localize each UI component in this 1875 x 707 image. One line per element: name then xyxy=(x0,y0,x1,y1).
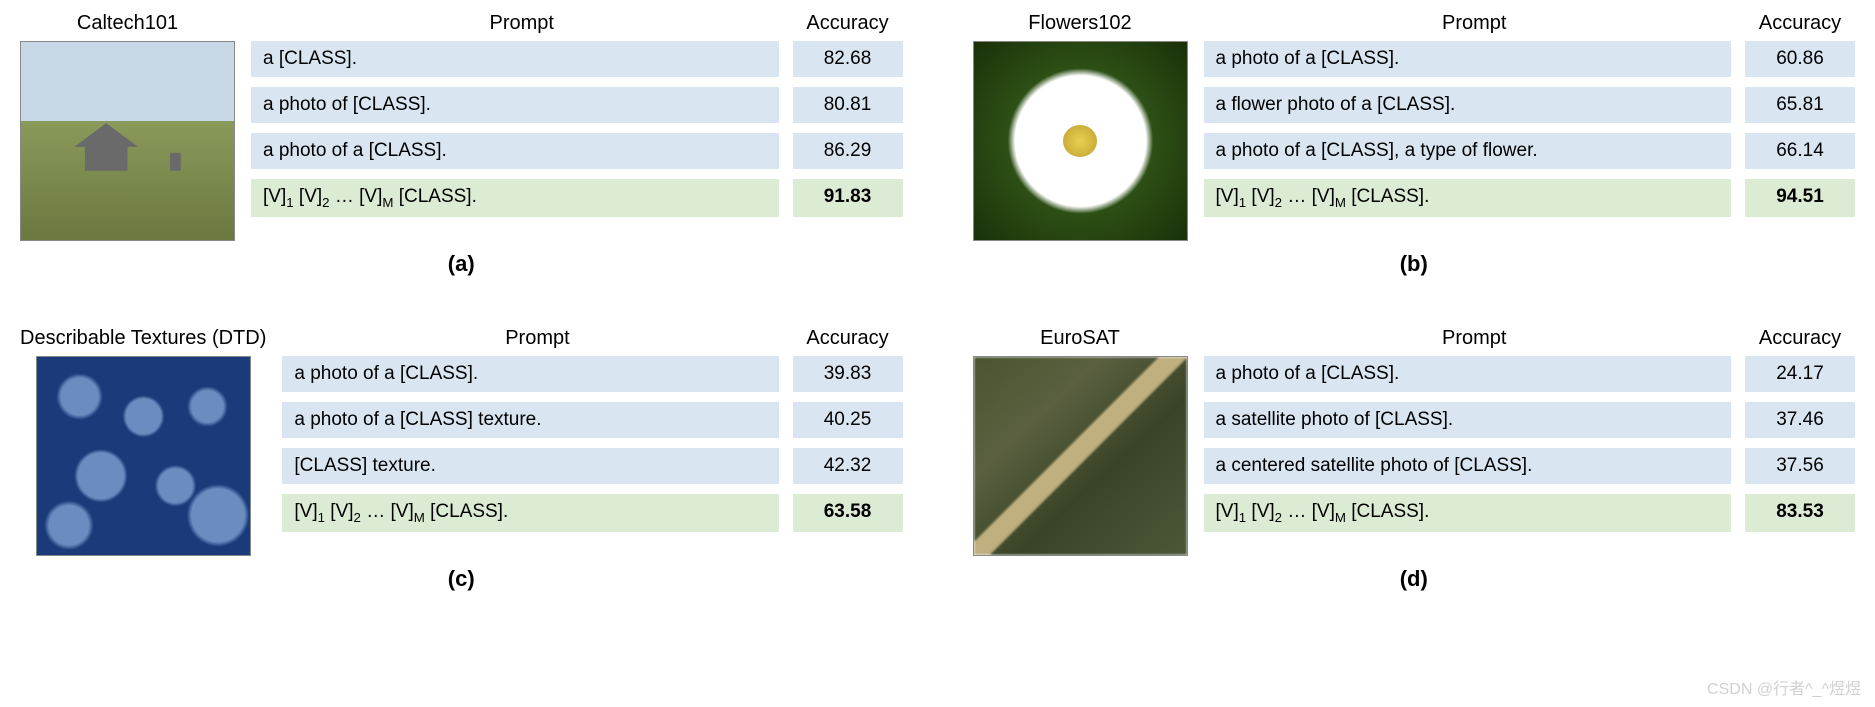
figure-grid: Caltech101 Prompt Accuracy a [CLASS]. 82… xyxy=(20,12,1855,592)
image-column: EuroSAT xyxy=(973,327,1188,556)
header-accuracy: Accuracy xyxy=(1745,12,1855,35)
prompt-table: Prompt Accuracy a photo of a [CLASS]. 60… xyxy=(1204,12,1856,217)
sample-image xyxy=(973,356,1188,556)
accuracy-cell: 65.81 xyxy=(1745,87,1855,123)
accuracy-cell-learned: 94.51 xyxy=(1745,179,1855,217)
prompt-cell: a satellite photo of [CLASS]. xyxy=(1204,402,1732,438)
accuracy-cell-learned: 63.58 xyxy=(793,494,903,532)
accuracy-cell: 82.68 xyxy=(793,41,903,77)
header-prompt: Prompt xyxy=(1204,12,1746,35)
panel-content: Describable Textures (DTD) Prompt Accura… xyxy=(20,327,903,556)
prompt-cell-learned: [V]1 [V]2 … [V]M [CLASS]. xyxy=(282,494,778,532)
table-row: [CLASS] texture. 42.32 xyxy=(282,448,902,484)
accuracy-cell: 80.81 xyxy=(793,87,903,123)
table-row: a photo of a [CLASS]. 39.83 xyxy=(282,356,902,392)
panel-content: Flowers102 Prompt Accuracy a photo of a … xyxy=(973,12,1856,241)
table-row: a photo of [CLASS]. 80.81 xyxy=(251,87,903,123)
table-row: a centered satellite photo of [CLASS]. 3… xyxy=(1204,448,1856,484)
table-row-learned: [V]1 [V]2 … [V]M [CLASS]. 63.58 xyxy=(282,494,902,532)
prompt-cell: [CLASS] texture. xyxy=(282,448,778,484)
prompt-table: Prompt Accuracy a photo of a [CLASS]. 39… xyxy=(282,327,902,532)
prompt-cell: a flower photo of a [CLASS]. xyxy=(1204,87,1732,123)
table-row: a [CLASS]. 82.68 xyxy=(251,41,903,77)
panel-c: Describable Textures (DTD) Prompt Accura… xyxy=(20,327,903,592)
prompt-table: Prompt Accuracy a [CLASS]. 82.68 a photo… xyxy=(251,12,903,217)
accuracy-cell: 42.32 xyxy=(793,448,903,484)
prompt-cell: a photo of a [CLASS] texture. xyxy=(282,402,778,438)
dataset-title: Caltech101 xyxy=(77,12,178,35)
panel-label: (d) xyxy=(973,566,1856,592)
table-header: Prompt Accuracy xyxy=(251,12,903,35)
accuracy-cell: 39.83 xyxy=(793,356,903,392)
prompt-cell: a photo of a [CLASS]. xyxy=(251,133,779,169)
prompt-cell-learned: [V]1 [V]2 … [V]M [CLASS]. xyxy=(1204,179,1732,217)
watermark: CSDN @行者^_^煜煜 xyxy=(1707,675,1861,699)
accuracy-cell: 40.25 xyxy=(793,402,903,438)
panel-a: Caltech101 Prompt Accuracy a [CLASS]. 82… xyxy=(20,12,903,277)
table-row: a photo of a [CLASS]. 86.29 xyxy=(251,133,903,169)
accuracy-cell: 86.29 xyxy=(793,133,903,169)
prompt-table: Prompt Accuracy a photo of a [CLASS]. 24… xyxy=(1204,327,1856,532)
accuracy-cell: 37.56 xyxy=(1745,448,1855,484)
table-row-learned: [V]1 [V]2 … [V]M [CLASS]. 83.53 xyxy=(1204,494,1856,532)
dataset-title: Flowers102 xyxy=(1028,12,1131,35)
table-row: a photo of a [CLASS], a type of flower. … xyxy=(1204,133,1856,169)
accuracy-cell: 37.46 xyxy=(1745,402,1855,438)
dataset-title: EuroSAT xyxy=(1040,327,1120,350)
panel-d: EuroSAT Prompt Accuracy a photo of a [CL… xyxy=(973,327,1856,592)
accuracy-cell-learned: 83.53 xyxy=(1745,494,1855,532)
prompt-cell: a photo of a [CLASS]. xyxy=(1204,41,1732,77)
panel-label: (a) xyxy=(20,251,903,277)
image-column: Describable Textures (DTD) xyxy=(20,327,266,556)
panel-label: (c) xyxy=(20,566,903,592)
sample-image xyxy=(973,41,1188,241)
prompt-cell: a photo of a [CLASS], a type of flower. xyxy=(1204,133,1732,169)
header-prompt: Prompt xyxy=(1204,327,1746,350)
image-column: Flowers102 xyxy=(973,12,1188,241)
prompt-cell: a [CLASS]. xyxy=(251,41,779,77)
prompt-cell: a centered satellite photo of [CLASS]. xyxy=(1204,448,1732,484)
table-header: Prompt Accuracy xyxy=(1204,327,1856,350)
table-header: Prompt Accuracy xyxy=(282,327,902,350)
image-column: Caltech101 xyxy=(20,12,235,241)
header-accuracy: Accuracy xyxy=(793,12,903,35)
sample-image xyxy=(36,356,251,556)
accuracy-cell-learned: 91.83 xyxy=(793,179,903,217)
header-accuracy: Accuracy xyxy=(793,327,903,350)
prompt-cell: a photo of [CLASS]. xyxy=(251,87,779,123)
sample-image xyxy=(20,41,235,241)
table-row: a photo of a [CLASS]. 24.17 xyxy=(1204,356,1856,392)
table-header: Prompt Accuracy xyxy=(1204,12,1856,35)
panel-label: (b) xyxy=(973,251,1856,277)
prompt-cell-learned: [V]1 [V]2 … [V]M [CLASS]. xyxy=(251,179,779,217)
table-row: a photo of a [CLASS] texture. 40.25 xyxy=(282,402,902,438)
header-accuracy: Accuracy xyxy=(1745,327,1855,350)
prompt-cell: a photo of a [CLASS]. xyxy=(282,356,778,392)
header-prompt: Prompt xyxy=(282,327,792,350)
table-row-learned: [V]1 [V]2 … [V]M [CLASS]. 91.83 xyxy=(251,179,903,217)
table-row: a satellite photo of [CLASS]. 37.46 xyxy=(1204,402,1856,438)
header-prompt: Prompt xyxy=(251,12,793,35)
accuracy-cell: 66.14 xyxy=(1745,133,1855,169)
prompt-cell-learned: [V]1 [V]2 … [V]M [CLASS]. xyxy=(1204,494,1732,532)
accuracy-cell: 60.86 xyxy=(1745,41,1855,77)
dataset-title: Describable Textures (DTD) xyxy=(20,327,266,350)
panel-content: Caltech101 Prompt Accuracy a [CLASS]. 82… xyxy=(20,12,903,241)
table-row: a flower photo of a [CLASS]. 65.81 xyxy=(1204,87,1856,123)
prompt-cell: a photo of a [CLASS]. xyxy=(1204,356,1732,392)
panel-b: Flowers102 Prompt Accuracy a photo of a … xyxy=(973,12,1856,277)
panel-content: EuroSAT Prompt Accuracy a photo of a [CL… xyxy=(973,327,1856,556)
accuracy-cell: 24.17 xyxy=(1745,356,1855,392)
table-row: a photo of a [CLASS]. 60.86 xyxy=(1204,41,1856,77)
table-row-learned: [V]1 [V]2 … [V]M [CLASS]. 94.51 xyxy=(1204,179,1856,217)
